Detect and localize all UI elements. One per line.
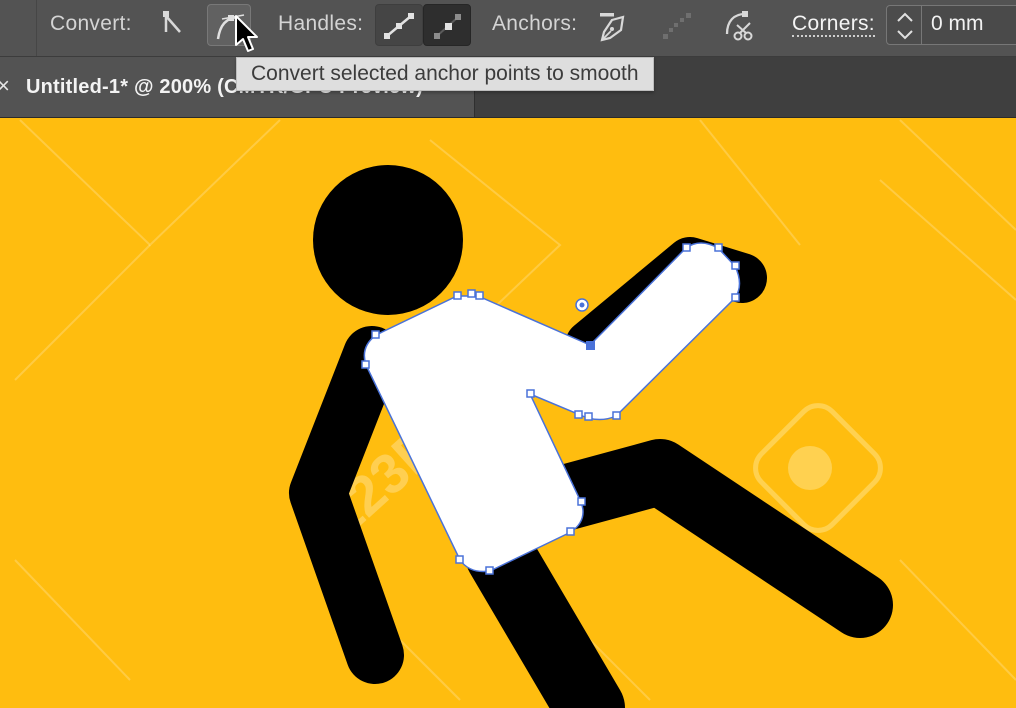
convert-to-corner-button[interactable] xyxy=(150,4,194,46)
anchor-control-bar: Convert: Handles: Anchors: Corners: 0 mm xyxy=(0,0,1016,57)
cut-path-scissors-icon xyxy=(725,11,753,41)
show-handles-button[interactable] xyxy=(375,4,423,46)
up-down-stepper-icon xyxy=(897,12,913,40)
close-tab-icon[interactable]: × xyxy=(0,73,10,99)
toolbar-grip-divider xyxy=(36,0,37,56)
tooltip: Convert selected anchor points to smooth xyxy=(236,57,654,91)
shape-center-point xyxy=(575,298,589,312)
artwork: 123RF xyxy=(14,119,1016,708)
convert-to-corner-icon xyxy=(163,11,181,33)
corners-label[interactable]: Corners: xyxy=(792,12,875,37)
mouse-pointer-icon xyxy=(235,15,258,52)
hide-handles-button[interactable] xyxy=(423,4,471,46)
convert-label: Convert: xyxy=(50,12,132,35)
remove-anchor-button[interactable] xyxy=(590,4,634,46)
show-handles-icon xyxy=(384,13,414,39)
remove-anchor-pen-icon xyxy=(600,13,625,42)
handles-label: Handles: xyxy=(278,12,364,35)
connect-endpoints-button[interactable] xyxy=(655,4,699,46)
cut-path-button[interactable] xyxy=(718,4,762,46)
artboard-canvas[interactable]: 123RF xyxy=(0,118,1016,708)
corners-stepper[interactable] xyxy=(886,5,922,45)
connect-endpoints-icon xyxy=(663,13,691,39)
selected-anchor-point[interactable] xyxy=(586,341,595,350)
hide-handles-icon xyxy=(434,14,461,39)
anchors-label: Anchors: xyxy=(492,12,578,35)
corners-radius-field[interactable]: 0 mm xyxy=(921,5,1016,45)
